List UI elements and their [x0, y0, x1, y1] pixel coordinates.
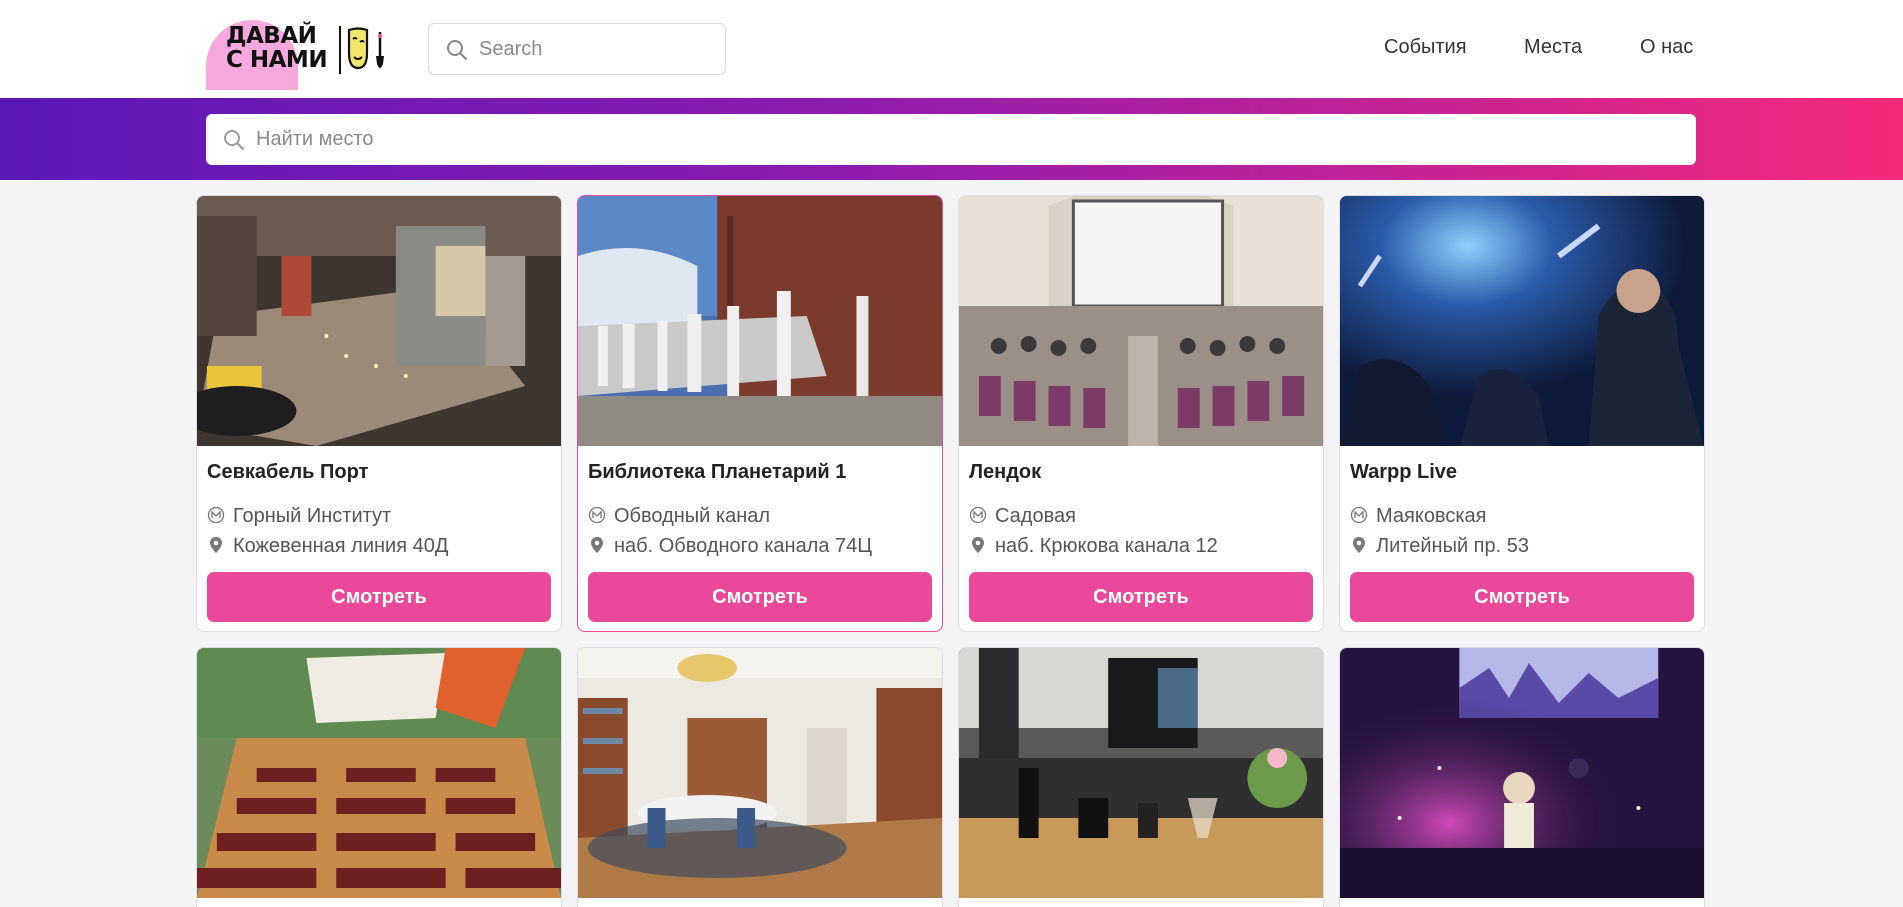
place-photo [578, 648, 942, 898]
place-card[interactable] [958, 647, 1324, 907]
top-navbar: ДАВАЙ С НАМИ События Места О нас [0, 0, 1903, 98]
metro-icon [207, 506, 225, 524]
place-metro: Маяковская [1350, 505, 1486, 528]
place-address: наб. Крюкова канала 12 [969, 535, 1218, 558]
location-pin-icon [972, 537, 984, 553]
place-card[interactable] [196, 647, 562, 907]
nav-about[interactable]: О нас [1640, 36, 1693, 59]
place-photo [1340, 196, 1704, 446]
place-card[interactable]: Warpp Live Маяковская Литейный пр. 53 См… [1339, 195, 1705, 632]
place-card[interactable]: Библиотека Планетарий 1 Обводный канал н… [577, 195, 943, 632]
place-card[interactable] [577, 647, 943, 907]
view-place-button[interactable]: Смотреть [1350, 572, 1694, 622]
logo-divider [339, 26, 341, 74]
place-metro-label: Маяковская [1376, 505, 1487, 527]
place-card[interactable]: Лендок Садовая наб. Крюкова канала 12 См… [958, 195, 1324, 632]
place-address: Литейный пр. 53 [1350, 535, 1529, 558]
place-photo [1340, 648, 1704, 898]
place-address-label: наб. Обводного канала 74Ц [614, 535, 873, 557]
search-icon [224, 130, 245, 151]
place-metro-label: Горный Институт [233, 505, 392, 527]
place-metro: Садовая [969, 505, 1076, 528]
place-search-input[interactable] [256, 124, 1656, 154]
place-title: Севкабель Порт [207, 461, 369, 483]
place-address-label: наб. Крюкова канала 12 [995, 535, 1218, 557]
place-address: Кожевенная линия 40Д [207, 535, 448, 558]
search-banner [0, 98, 1903, 180]
brush-icon [376, 32, 384, 68]
search-icon [447, 40, 468, 61]
logo-text: ДАВАЙ С НАМИ [226, 23, 328, 73]
location-pin-icon [210, 537, 222, 553]
place-metro-label: Садовая [995, 505, 1076, 527]
place-address-label: Кожевенная линия 40Д [233, 535, 449, 557]
place-photo [578, 196, 942, 446]
place-metro: Обводный канал [588, 505, 770, 528]
place-title: Лендок [969, 461, 1042, 483]
place-address-label: Литейный пр. 53 [1376, 535, 1529, 557]
place-title: Библиотека Планетарий 1 [588, 461, 847, 483]
place-photo [959, 196, 1323, 446]
view-place-button[interactable]: Смотреть [588, 572, 932, 622]
place-metro: Горный Институт [207, 505, 391, 528]
view-place-button[interactable]: Смотреть [207, 572, 551, 622]
header-search[interactable] [428, 23, 726, 75]
place-card[interactable]: Севкабель Порт Горный Институт Кожевенна… [196, 195, 562, 632]
location-pin-icon [591, 537, 603, 553]
metro-icon [1350, 506, 1368, 524]
place-photo [197, 196, 561, 446]
nav-places[interactable]: Места [1524, 36, 1582, 59]
places-grid: Севкабель Порт Горный Институт Кожевенна… [196, 195, 1708, 907]
header-search-input[interactable] [479, 34, 709, 64]
place-title: Warpp Live [1350, 461, 1458, 483]
place-photo [959, 648, 1323, 898]
view-place-button[interactable]: Смотреть [969, 572, 1313, 622]
metro-icon [588, 506, 606, 524]
place-address: наб. Обводного канала 74Ц [588, 535, 872, 558]
place-metro-label: Обводный канал [614, 505, 771, 527]
place-card[interactable] [1339, 647, 1705, 907]
logo[interactable]: ДАВАЙ С НАМИ [204, 18, 390, 90]
nav-events[interactable]: События [1384, 36, 1467, 59]
location-pin-icon [1353, 537, 1365, 553]
place-photo [197, 648, 561, 898]
theatre-mask-icon [347, 27, 369, 70]
place-search[interactable] [206, 114, 1696, 165]
metro-icon [969, 506, 987, 524]
